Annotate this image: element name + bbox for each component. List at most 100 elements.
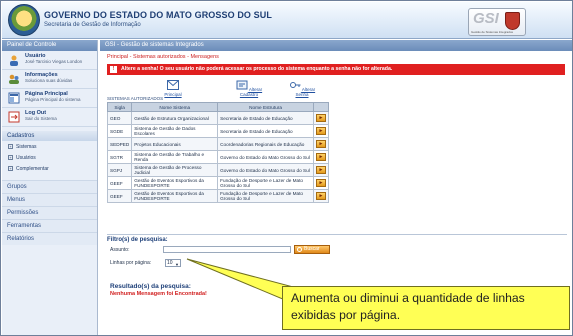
sidebar-item-home[interactable]: Página Principal Página Principal do sis… (2, 89, 97, 108)
open-system-button[interactable]: ► (315, 192, 326, 200)
cell-sigla: SGPJ (106, 163, 133, 177)
rows-per-page-select[interactable]: 10 ▼ (165, 259, 181, 267)
results-title: Resultado(s) da pesquisa: (110, 283, 191, 290)
expand-icon: + (8, 166, 13, 172)
table-row: GEO Gestão de Estrutura Organizacional S… (106, 111, 330, 125)
open-system-button[interactable]: ► (315, 127, 326, 135)
cadastro-item-label: Usuários (16, 155, 36, 161)
cell-estrutura: Governo do Estado do Mato Grosso do Sul (217, 150, 314, 164)
assunto-label: Assunto: (110, 247, 130, 253)
cadastro-item-label: Complementar (16, 166, 49, 172)
results-message: Nenhuma Mensagem foi Encontrada! (110, 291, 207, 297)
authorized-systems-caption: SISTEMAS AUTORIZADOS (107, 96, 164, 101)
sidebar-item-detail: Soluciona suas dúvidas (25, 78, 73, 83)
search-button-label: Buscar (304, 246, 320, 252)
cell-sistema: Projetos Educacionais (131, 137, 219, 151)
cell-sigla: GEO (106, 111, 133, 125)
cell-sistema: Sistema de Gestão de Processo Judicial (131, 163, 219, 177)
edit-record-icon (236, 80, 248, 90)
user-icon (10, 55, 18, 66)
cadastro-item-usuarios[interactable]: + Usuários (8, 155, 91, 166)
cell-sistema: Gestão de Eventos Esportivos da FUNDESPO… (131, 189, 219, 203)
breadcrumb: Principal - Sistemas autorizados - Mensa… (107, 54, 219, 60)
gsi-logo-caption: Gestão de Sistemas Integrados (471, 30, 514, 34)
search-icon (297, 247, 302, 252)
sidebar-item-detail: José Tarcisio Viegas London (25, 59, 83, 64)
government-title: GOVERNO DO ESTADO DO MATO GROSSO DO SUL (44, 10, 272, 20)
search-button[interactable]: Buscar (294, 245, 330, 254)
open-system-button[interactable]: ► (315, 114, 326, 122)
filter-title: Filtro(s) de pesquisa: (107, 237, 168, 243)
table-row: GEEF Gestão de Eventos Esportivos da FUN… (106, 189, 330, 203)
cell-sigla: GEEF (106, 189, 133, 203)
sidebar-item-detail: Sair do Sistema (25, 116, 57, 121)
chevron-down-icon: ▼ (175, 262, 179, 267)
sidebar: Painel de Controle Usuário José Tarcisio… (2, 40, 98, 335)
page-title: GSI - Gestão de sistemas Integrados (100, 40, 572, 51)
header: GOVERNO DO ESTADO DO MATO GROSSO DO SUL … (2, 2, 572, 39)
cell-sigla: SGDE (106, 124, 133, 138)
cadastros-list: + Sistemas + Usuários + Complementar (2, 141, 97, 180)
cadastro-item-complementar[interactable]: + Complementar (8, 166, 91, 177)
cell-sistema: Sistema de Gestão de Trabalho e Renda (131, 150, 219, 164)
cadastro-item-label: Sistemas (16, 144, 37, 150)
cell-sigla: SGTR (106, 150, 133, 164)
menu-grupos[interactable]: Grupos (2, 180, 97, 193)
app-window: GOVERNO DO ESTADO DO MATO GROSSO DO SUL … (0, 0, 573, 336)
column-header-nome-estrutura: Nome Estrutura (217, 102, 314, 112)
cell-estrutura: Secretaria de Estado de Educação (217, 124, 314, 138)
open-system-button[interactable]: ► (315, 140, 326, 148)
shield-icon (505, 12, 520, 30)
cell-sistema: Gestão de Estrutura Organizacional (131, 111, 219, 125)
toolbar-label: Principal (164, 92, 182, 97)
warning-icon: ! (110, 66, 117, 73)
open-system-button[interactable]: ► (315, 166, 326, 174)
table-row: SGDE Sistema de Gestão de Dados Escolare… (106, 124, 330, 138)
menu-ferramentas[interactable]: Ferramentas (2, 219, 97, 232)
gsi-logo: GSI Gestão de Sistemas Integrados (468, 8, 526, 36)
search-filter-box: Filtro(s) de pesquisa: Assunto: Buscar L… (107, 234, 567, 270)
column-header-action (312, 102, 330, 112)
rows-per-page-value: 10 (167, 260, 173, 266)
help-callout: Aumenta ou diminui a quantidade de linha… (282, 286, 570, 330)
authorized-systems-table: Sigla Nome Sistema Nome Estrutura GEO Ge… (106, 102, 330, 203)
control-panel-title: Painel de Controle (2, 40, 97, 51)
menu-relatorios[interactable]: Relatórios (2, 232, 97, 245)
home-icon (8, 92, 20, 104)
logout-icon (8, 111, 20, 123)
cell-sistema: Gestão de Eventos Esportivos da FUNDESPO… (131, 176, 219, 190)
open-system-button[interactable]: ► (315, 153, 326, 161)
cell-estrutura: Coordenadorias Regionais de Educação (217, 137, 314, 151)
column-header-nome-sistema: Nome Sistema (131, 102, 219, 112)
toolbar-alterar-senha-button[interactable]: Alterar Senha (286, 80, 318, 97)
toolbar-alterar-cadastro-button[interactable]: Alterar Cadastro (230, 80, 268, 97)
department-subtitle: Secretaria de Gestão de Informação (44, 22, 141, 28)
info-icon (9, 74, 19, 84)
state-seal-icon (8, 4, 40, 36)
table-row: SEDPED Projetos Educacionais Coordenador… (106, 137, 330, 151)
cell-estrutura: Fundação de Desporte e Lazer de Mato Gro… (217, 176, 314, 190)
table-row: GEEF Gestão de Eventos Esportivos da FUN… (106, 176, 330, 190)
menu-permissoes[interactable]: Permissões (2, 206, 97, 219)
menu-menus[interactable]: Menus (2, 193, 97, 206)
alert-text: Altere a senha! O seu usuário não poderá… (121, 66, 393, 72)
gsi-logo-text: GSI (473, 10, 499, 27)
sidebar-item-logout[interactable]: Log Out Sair do Sistema (2, 108, 97, 127)
sidebar-item-user[interactable]: Usuário José Tarcisio Viegas London (2, 51, 97, 70)
assunto-input[interactable] (163, 246, 291, 253)
rows-per-page-label: Linhas por página: (110, 260, 152, 266)
password-alert: ! Altere a senha! O seu usuário não pode… (107, 64, 565, 75)
cadastros-header[interactable]: Cadastros (2, 131, 97, 141)
table-row: SGPJ Sistema de Gestão de Processo Judic… (106, 163, 330, 177)
cell-sistema: Sistema de Gestão de Dados Escolares (131, 124, 219, 138)
cell-estrutura: Secretaria de Estado de Educação (217, 111, 314, 125)
sidebar-item-detail: Página Principal do sistema (25, 97, 81, 102)
toolbar-principal-button[interactable]: Principal (158, 80, 188, 97)
cell-sigla: GEEF (106, 176, 133, 190)
sidebar-item-info[interactable]: Informações Soluciona suas dúvidas (2, 70, 97, 89)
expand-icon: + (8, 144, 13, 150)
expand-icon: + (8, 155, 13, 161)
key-icon (289, 82, 301, 88)
cadastro-item-sistemas[interactable]: + Sistemas (8, 144, 91, 155)
open-system-button[interactable]: ► (315, 179, 326, 187)
